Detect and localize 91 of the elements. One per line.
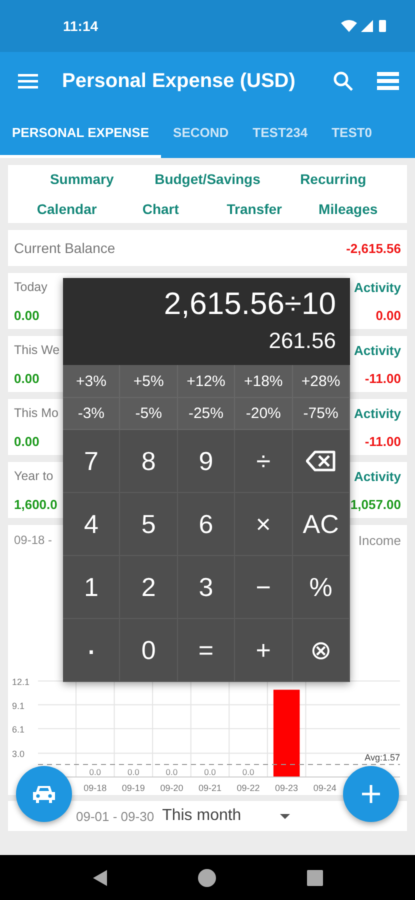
calculator-key[interactable]: +: [235, 619, 293, 682]
x-axis-label: 09-19: [122, 783, 145, 793]
x-axis-label: 09-18: [84, 783, 107, 793]
shortcut-link[interactable]: Mileages: [301, 201, 395, 217]
net-value: -11.00: [364, 370, 401, 386]
activity-link[interactable]: Activity: [354, 468, 401, 484]
period-label: This Mo: [14, 406, 58, 420]
plus-icon: [362, 785, 380, 803]
result: 261.56: [268, 327, 336, 355]
x-axis-label: 09-21: [198, 783, 222, 793]
back-icon[interactable]: [92, 870, 106, 886]
activity-link[interactable]: Activity: [354, 280, 401, 294]
calculator-key[interactable]: 8: [120, 430, 178, 493]
net-value: -11.00: [364, 434, 401, 448]
calculator-key[interactable]: 0: [120, 619, 178, 682]
y-tick-label: 3.0: [12, 749, 25, 760]
search-icon[interactable]: [333, 71, 353, 91]
footer-range: 09-01 - 09-30: [76, 808, 154, 824]
shortcut-link[interactable]: Calendar: [20, 201, 114, 217]
net-value: 0.00: [376, 308, 401, 322]
percent-key[interactable]: -25%: [178, 398, 236, 430]
percent-key[interactable]: -3%: [63, 398, 120, 430]
calculator-key[interactable]: 2: [120, 556, 178, 619]
y-tick-label: 6.1: [12, 724, 25, 735]
y-tick-label: 12.1: [12, 677, 30, 687]
percent-key[interactable]: +3%: [63, 365, 120, 398]
calculator-key[interactable]: 3: [178, 556, 236, 619]
dropdown-caret-icon: [280, 814, 290, 818]
calculator-key[interactable]: ×: [235, 493, 293, 556]
percent-key[interactable]: -75%: [292, 398, 350, 430]
activity-link[interactable]: Activity: [354, 342, 401, 358]
balance-value: -2,615.56: [346, 240, 401, 256]
chart-range: 09-18 -: [14, 533, 52, 547]
menu-icon[interactable]: [18, 73, 38, 89]
value-label: 0.0: [204, 767, 216, 777]
calculator-key[interactable]: .: [63, 619, 120, 682]
income-value: 1,600.0: [14, 496, 58, 512]
shortcut-link[interactable]: Recurring: [271, 171, 395, 187]
backspace-key[interactable]: [292, 430, 350, 493]
shortcut-link[interactable]: Budget/Savings: [146, 171, 270, 187]
value-label: 0.0: [166, 767, 178, 777]
calculator-key[interactable]: 4: [63, 493, 120, 556]
income-value: 0.00: [14, 370, 40, 386]
calculator-key[interactable]: AC: [292, 493, 350, 556]
activity-link[interactable]: Activity: [354, 406, 401, 420]
calculator-key[interactable]: ÷: [235, 430, 293, 493]
percent-key[interactable]: +5%: [120, 365, 178, 398]
x-axis-label: 09-22: [236, 783, 260, 793]
x-axis-label: 09-23: [275, 783, 298, 793]
clock: 11:14: [63, 18, 98, 34]
value-label: 0.0: [128, 767, 140, 777]
calculator-key[interactable]: −: [235, 556, 293, 619]
home-icon[interactable]: [196, 868, 216, 888]
period-label: Year to: [14, 469, 54, 483]
x-axis-label: 09-20: [160, 783, 184, 793]
expression: 2,615.56÷10: [164, 285, 336, 323]
percent-key[interactable]: +28%: [292, 365, 350, 398]
x-axis-label: 09-24: [313, 783, 336, 793]
calculator-key[interactable]: 1: [63, 556, 120, 619]
average-label: Avg:1.57: [364, 752, 400, 763]
income-value: 0.00: [14, 308, 40, 322]
period-label: This We: [14, 343, 60, 357]
net-value: 1,057.00: [350, 496, 401, 512]
period-label: Today: [14, 280, 48, 294]
car-icon: [32, 784, 56, 804]
period-dropdown-value: This month: [162, 807, 242, 825]
calculator-key[interactable]: =: [178, 619, 236, 682]
list-icon[interactable]: [377, 72, 399, 90]
balance-label: Current Balance: [14, 240, 116, 256]
shortcut-link[interactable]: Chart: [114, 201, 208, 217]
calculator-key[interactable]: 9: [178, 430, 236, 493]
percent-key[interactable]: -20%: [235, 398, 293, 430]
value-label: 0.0: [242, 767, 254, 777]
backspace-icon: [306, 450, 336, 472]
percent-key[interactable]: +12%: [178, 365, 236, 398]
income-value: 0.00: [14, 434, 40, 448]
calculator-key[interactable]: 6: [178, 493, 236, 556]
calculator-key[interactable]: %: [292, 556, 350, 619]
status-icons: [341, 19, 387, 33]
shortcut-link[interactable]: Transfer: [208, 201, 302, 217]
calculator-key[interactable]: ⊗: [292, 619, 350, 682]
app-title: Personal Expense (USD): [62, 70, 296, 92]
calculator-key[interactable]: 7: [63, 430, 120, 493]
percent-key[interactable]: -5%: [120, 398, 178, 430]
calculator-key[interactable]: 5: [120, 493, 178, 556]
shortcut-link[interactable]: Summary: [20, 171, 144, 187]
income-option-label[interactable]: Income: [358, 532, 401, 548]
value-label: 0.0: [89, 767, 102, 777]
y-tick-label: 9.1: [12, 700, 25, 711]
recents-icon[interactable]: [306, 870, 322, 886]
percent-key[interactable]: +18%: [235, 365, 293, 398]
